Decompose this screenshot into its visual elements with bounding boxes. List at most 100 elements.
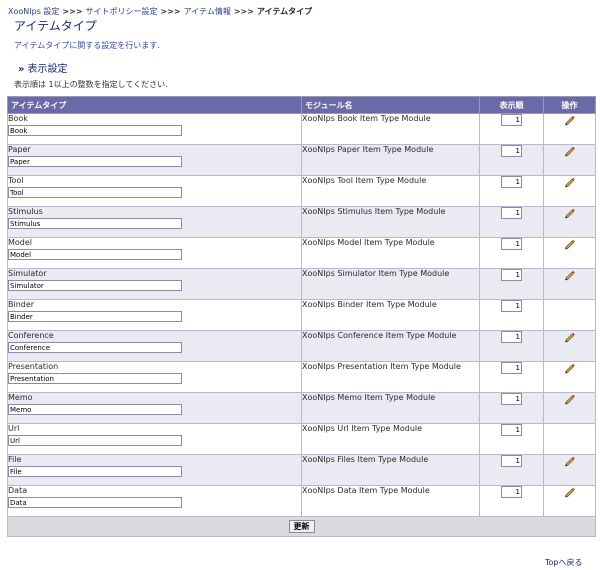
display-order-input[interactable] xyxy=(501,455,522,467)
table-row: Binder XooNIps Binder Item Type Module xyxy=(7,299,596,331)
item-type-name-input[interactable] xyxy=(8,435,182,446)
item-type-label: Data xyxy=(8,486,28,495)
breadcrumb-current: アイテムタイプ xyxy=(256,7,313,16)
item-type-cell: Presentation xyxy=(7,361,302,393)
pencil-icon[interactable] xyxy=(564,331,576,343)
display-order-input[interactable] xyxy=(501,207,522,219)
display-order-input[interactable] xyxy=(501,238,522,250)
item-type-label: Book xyxy=(8,114,28,123)
breadcrumb-separator: >>> xyxy=(160,7,181,16)
pencil-icon[interactable] xyxy=(564,362,576,374)
module-name-cell: XooNIps Conference Item Type Module xyxy=(301,330,480,362)
display-order-input[interactable] xyxy=(501,393,522,405)
module-name-cell: XooNIps Simulator Item Type Module xyxy=(301,268,480,300)
item-type-name-input[interactable] xyxy=(8,280,182,291)
table-row: Presentation XooNIps Presentation Item Ty… xyxy=(7,361,596,393)
module-name-cell: XooNIps Tool Item Type Module xyxy=(301,175,480,207)
breadcrumb-link-xoonips-settings[interactable]: XooNIps 設定 xyxy=(8,7,59,16)
item-type-name-input[interactable] xyxy=(8,342,182,353)
breadcrumb-link-item-info[interactable]: アイテム情報 xyxy=(184,7,231,16)
breadcrumb-separator: >>> xyxy=(233,7,254,16)
pencil-icon[interactable] xyxy=(564,176,576,188)
pencil-icon[interactable] xyxy=(564,145,576,157)
display-order-input[interactable] xyxy=(501,269,522,281)
table-row: Paper XooNIps Paper Item Type Module xyxy=(7,144,596,176)
pencil-icon[interactable] xyxy=(564,269,576,281)
operation-cell xyxy=(543,175,596,207)
table-header-row: アイテムタイプ モジュール名 表示順 操作 xyxy=(7,96,596,114)
pencil-icon[interactable] xyxy=(564,393,576,405)
item-type-name-input[interactable] xyxy=(8,187,182,198)
table-row: Data XooNIps Data Item Type Module xyxy=(7,485,596,517)
item-type-cell: Tool xyxy=(7,175,302,207)
item-type-cell: Data xyxy=(7,485,302,517)
column-header-module: モジュール名 xyxy=(301,96,480,114)
breadcrumb-link-site-policy[interactable]: サイトポリシー設定 xyxy=(86,7,158,16)
section-title-text: 表示設定 xyxy=(27,64,68,75)
item-type-name-input[interactable] xyxy=(8,156,182,167)
module-name-cell: XooNIps Url Item Type Module xyxy=(301,423,480,455)
item-type-table: アイテムタイプ モジュール名 表示順 操作 Book XooNIps Book I… xyxy=(7,96,596,537)
order-cell xyxy=(479,144,544,176)
module-name-cell: XooNIps Files Item Type Module xyxy=(301,454,480,486)
item-type-name-input[interactable] xyxy=(8,466,182,477)
order-cell xyxy=(479,206,544,238)
item-type-label: Url xyxy=(8,424,20,433)
module-name-cell: XooNIps Stimulus Item Type Module xyxy=(301,206,480,238)
table-row: Model XooNIps Model Item Type Module xyxy=(7,237,596,269)
item-type-name-input[interactable] xyxy=(8,373,182,384)
pencil-icon[interactable] xyxy=(564,114,576,126)
table-row: Conference XooNIps Conference Item Type M… xyxy=(7,330,596,362)
item-type-name-input[interactable] xyxy=(8,249,182,260)
breadcrumb: XooNIps 設定 >>> サイトポリシー設定 >>> アイテム情報 >>> アイテムタイ… xyxy=(8,6,312,17)
update-button[interactable]: 更新 xyxy=(288,520,315,533)
item-type-cell: Memo xyxy=(7,392,302,424)
item-type-label: Simulator xyxy=(8,269,47,278)
display-order-input[interactable] xyxy=(501,145,522,157)
display-order-input[interactable] xyxy=(501,486,522,498)
footer-cell: 更新 xyxy=(7,516,596,537)
back-to-top-link[interactable]: Topへ戻る xyxy=(545,557,583,568)
display-order-input[interactable] xyxy=(501,424,522,436)
display-order-input[interactable] xyxy=(501,300,522,312)
item-type-name-input[interactable] xyxy=(8,404,182,415)
item-type-cell: Simulator xyxy=(7,268,302,300)
display-order-input[interactable] xyxy=(501,176,522,188)
pencil-icon[interactable] xyxy=(564,455,576,467)
table-row: Stimulus XooNIps Stimulus Item Type Modul… xyxy=(7,206,596,238)
operation-cell xyxy=(543,299,596,331)
pencil-icon[interactable] xyxy=(564,238,576,250)
item-type-name-input[interactable] xyxy=(8,497,182,508)
column-header-order: 表示順 xyxy=(479,96,544,114)
item-type-cell: Binder xyxy=(7,299,302,331)
section-note: 表示順は 1以上の整数を指定してください. xyxy=(14,80,168,89)
item-type-name-input[interactable] xyxy=(8,311,182,322)
display-order-input[interactable] xyxy=(501,331,522,343)
display-order-input[interactable] xyxy=(501,114,522,126)
operation-cell xyxy=(543,237,596,269)
order-cell xyxy=(479,454,544,486)
item-type-name-input[interactable] xyxy=(8,125,182,136)
item-type-label: Model xyxy=(8,238,33,247)
table-row: Url XooNIps Url Item Type Module xyxy=(7,423,596,455)
pencil-icon[interactable] xyxy=(564,207,576,219)
table-row: Memo XooNIps Memo Item Type Module xyxy=(7,392,596,424)
item-type-cell: Stimulus xyxy=(7,206,302,238)
operation-cell xyxy=(543,392,596,424)
module-name-cell: XooNIps Binder Item Type Module xyxy=(301,299,480,331)
item-type-cell: File xyxy=(7,454,302,486)
order-cell xyxy=(479,423,544,455)
module-name-cell: XooNIps Paper Item Type Module xyxy=(301,144,480,176)
operation-cell xyxy=(543,144,596,176)
item-type-label: Presentation xyxy=(8,362,59,371)
order-cell xyxy=(479,268,544,300)
item-type-label: Binder xyxy=(8,300,35,309)
order-cell xyxy=(479,237,544,269)
operation-cell xyxy=(543,485,596,517)
display-order-input[interactable] xyxy=(501,362,522,374)
operation-cell xyxy=(543,361,596,393)
pencil-icon[interactable] xyxy=(564,486,576,498)
item-type-name-input[interactable] xyxy=(8,218,182,229)
page-description: アイテムタイプに関する設定を行います. xyxy=(14,41,160,50)
breadcrumb-separator: >>> xyxy=(62,7,83,16)
